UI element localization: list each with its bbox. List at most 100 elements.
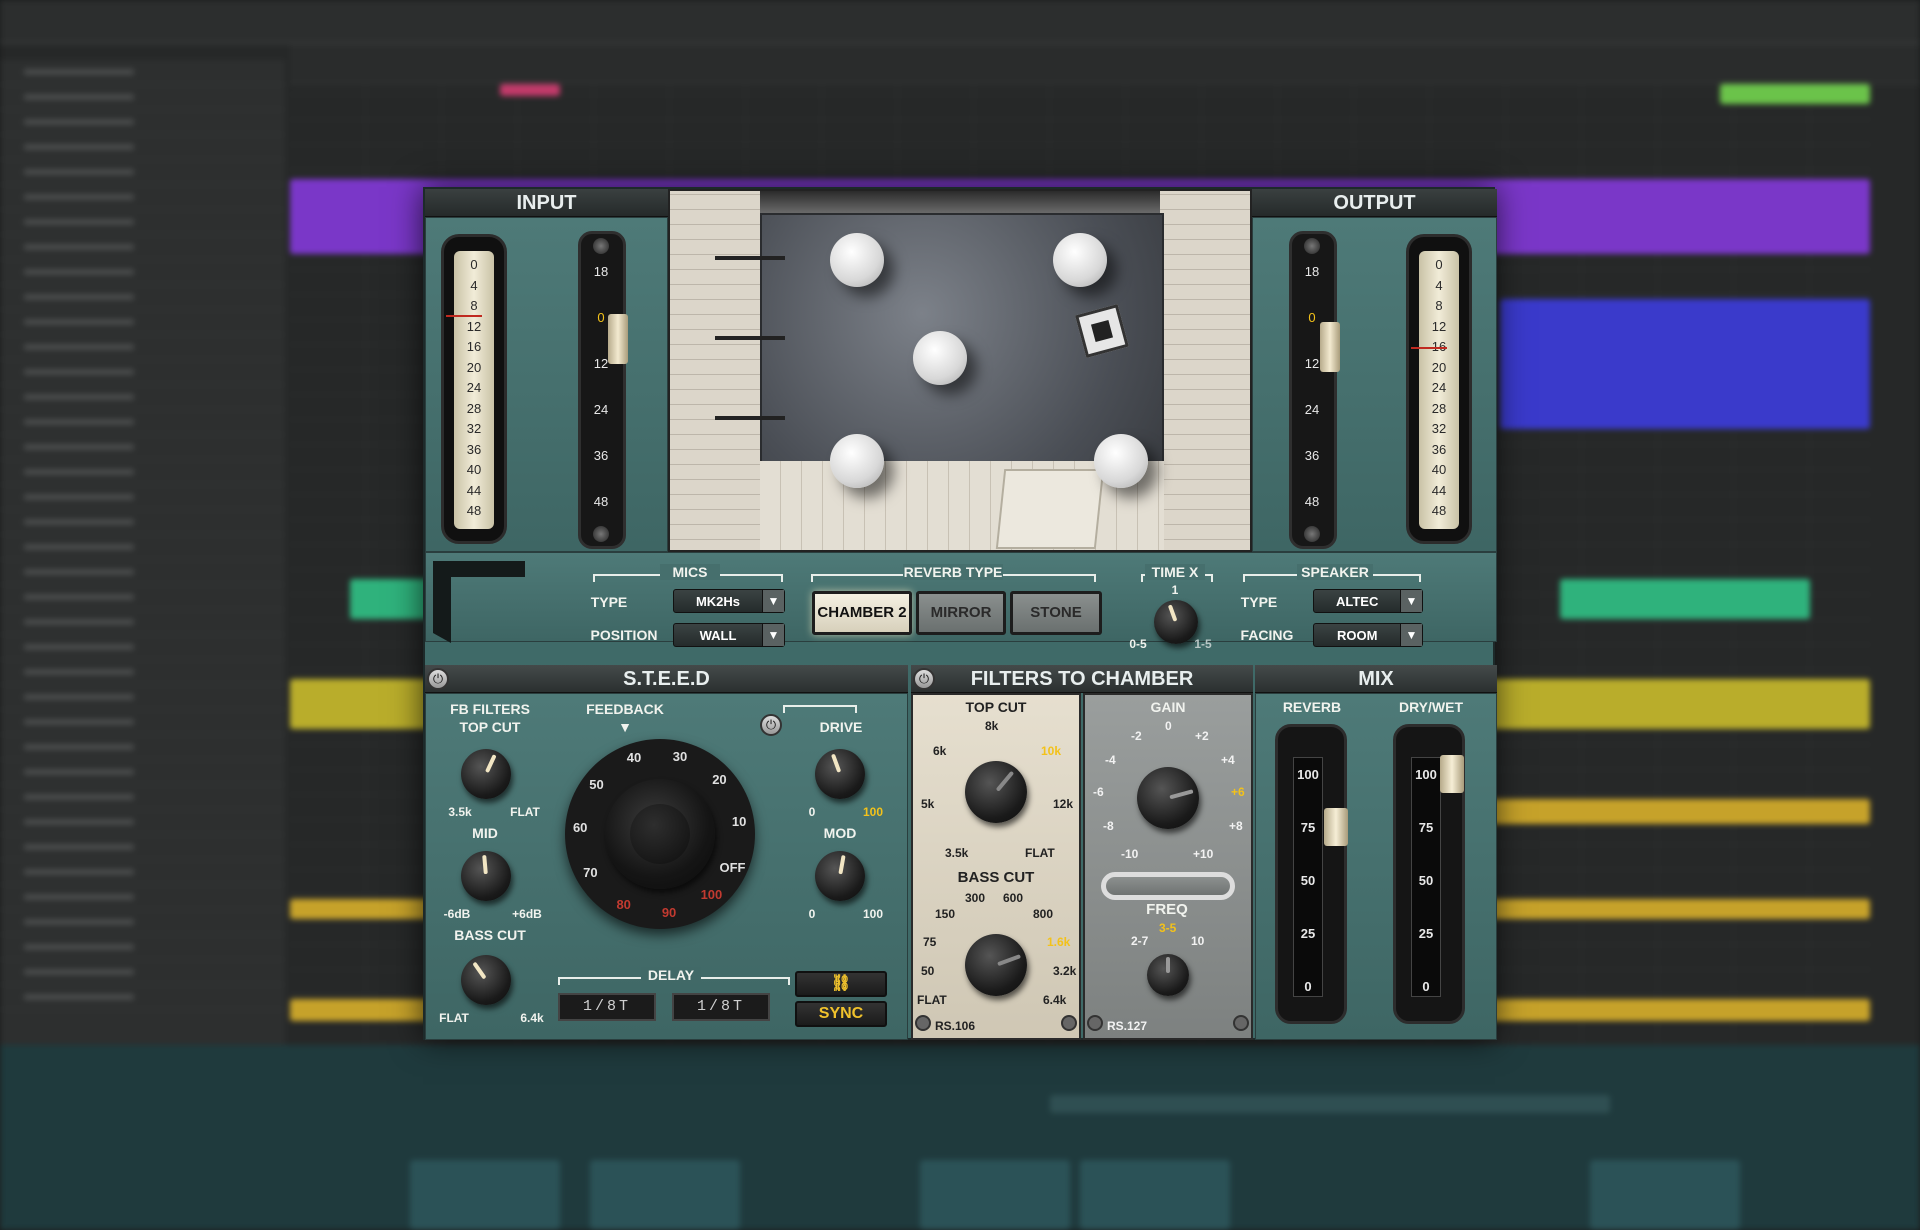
vu-tick-label: 16 xyxy=(466,339,482,354)
bc-50: 50 xyxy=(921,964,935,978)
mics-type-dropdown[interactable]: MK2Hs ▼ xyxy=(673,589,785,613)
gain-minus6: -6 xyxy=(1093,785,1104,799)
drive-knob[interactable] xyxy=(815,749,865,799)
trim-tick-label: 18 xyxy=(1304,264,1320,279)
chevron-down-icon: ▼ xyxy=(1400,624,1422,646)
track-row xyxy=(0,760,285,785)
vu-tick-label: 28 xyxy=(466,400,482,416)
track-row xyxy=(0,60,285,85)
mix-reverb-label: REVERB xyxy=(1282,699,1342,715)
reverb-type-stone-button[interactable]: STONE xyxy=(1010,591,1102,635)
track-row xyxy=(0,810,285,835)
drive-label: DRIVE xyxy=(819,719,863,735)
sync-button[interactable]: SYNC xyxy=(795,1001,887,1027)
drywet-fader[interactable]: 100 75 50 25 0 xyxy=(1393,724,1465,1024)
vu-tick-label: 40 xyxy=(466,462,482,477)
gain-handle-bar xyxy=(1101,872,1235,900)
mix-tick-label: 100 xyxy=(1297,767,1319,782)
mics-type-label: TYPE xyxy=(590,594,628,610)
speaker-facing-dropdown[interactable]: ROOM ▼ xyxy=(1313,623,1423,647)
vu-tick-label: 8 xyxy=(1435,298,1443,313)
track-row xyxy=(0,485,285,510)
feedback-tick-label: 50 xyxy=(589,777,604,793)
mix-tick-label: 50 xyxy=(1418,873,1434,888)
screw-icon xyxy=(1061,1015,1077,1031)
input-trim-handle[interactable] xyxy=(608,314,628,364)
delay-right-display[interactable]: 1/8T xyxy=(672,993,770,1021)
time-x-title: TIME X xyxy=(1145,564,1205,580)
mix-tick-label: 50 xyxy=(1300,873,1316,888)
mic-stand[interactable] xyxy=(715,336,785,340)
delay-left-display[interactable]: 1/8T xyxy=(558,993,656,1021)
vu-tick-label: 44 xyxy=(466,482,482,498)
clip xyxy=(1500,299,1870,429)
reverb-type-mirror-button[interactable]: MIRROR xyxy=(916,591,1006,635)
track-row xyxy=(0,785,285,810)
delay-link-button[interactable]: ⛓ xyxy=(795,971,887,997)
steed-header: S.T.E.E.D xyxy=(425,665,908,693)
reverb-type-chamber2-button[interactable]: CHAMBER 2 xyxy=(812,591,912,635)
mic-stand[interactable] xyxy=(715,416,785,420)
gain-knob[interactable] xyxy=(1137,767,1199,829)
trim-tick-label: 48 xyxy=(1304,494,1320,509)
input-trim-fader[interactable]: 18 0 12 24 36 48 xyxy=(578,231,628,549)
daw-pad xyxy=(1590,1160,1740,1230)
filters-top-cut-knob[interactable] xyxy=(965,761,1027,823)
tc-6k: 6k xyxy=(933,744,947,758)
daw-pad xyxy=(920,1160,1070,1230)
mics-type-value: MK2Hs xyxy=(695,594,741,609)
track-row xyxy=(0,85,285,110)
feedback-arrow-icon: ▼ xyxy=(618,719,632,735)
gain-minus4: -4 xyxy=(1105,753,1116,767)
knob-indicator xyxy=(482,854,488,875)
vu-tick-label: 0 xyxy=(470,257,478,272)
output-trim-fader[interactable]: 18 0 12 24 36 48 xyxy=(1289,231,1340,549)
gain-plus2: +2 xyxy=(1195,729,1209,743)
speaker-type-dropdown[interactable]: ALTEC ▼ xyxy=(1313,589,1423,613)
feedback-tick-label: 30 xyxy=(672,748,688,764)
input-vu-meter: 0 4 8 12 16 20 24 28 32 36 40 44 48 xyxy=(441,234,507,544)
drywet-fader-handle[interactable] xyxy=(1440,755,1464,793)
bc-6-4k: 6.4k xyxy=(1043,993,1067,1007)
chamber-room-view[interactable] xyxy=(668,189,1252,552)
filters-power-button[interactable]: ⏻ xyxy=(913,668,935,690)
chamber-pillar xyxy=(830,233,884,287)
daw-track-list xyxy=(0,60,285,1050)
mics-position-dropdown[interactable]: WALL ▼ xyxy=(673,623,785,647)
input-vu-needle xyxy=(446,315,482,317)
reverb-fader-handle[interactable] xyxy=(1324,808,1348,846)
mod-knob[interactable] xyxy=(815,851,865,901)
filters-model-right: RS.127 xyxy=(1107,1019,1148,1033)
output-trim-handle[interactable] xyxy=(1320,322,1340,372)
track-row xyxy=(0,210,285,235)
knob-indicator xyxy=(997,954,1022,966)
track-row xyxy=(0,435,285,460)
feedback-knob-center xyxy=(630,804,690,864)
track-row xyxy=(0,585,285,610)
vu-tick-label: 20 xyxy=(466,359,482,375)
steed-power-button[interactable]: ⏻ xyxy=(427,668,449,690)
mics-position-label: POSITION xyxy=(590,627,658,643)
track-row xyxy=(0,710,285,735)
knob-indicator xyxy=(1169,789,1194,800)
gain-plus8: +8 xyxy=(1229,819,1243,833)
screw-icon xyxy=(1087,1015,1103,1031)
tc-flat: FLAT xyxy=(1025,846,1055,860)
filters-bass-cut-knob[interactable] xyxy=(965,934,1027,996)
mic-stand[interactable] xyxy=(715,256,785,260)
steed-bass-cut-max: 6.4k xyxy=(520,1011,544,1025)
track-row xyxy=(0,385,285,410)
steed-top-cut-knob[interactable] xyxy=(461,749,511,799)
time-x-right: 1-5 xyxy=(1194,637,1212,651)
freq-knob[interactable] xyxy=(1147,954,1189,996)
chamber-right-wall xyxy=(1160,191,1250,550)
drive-mod-power-button[interactable]: ⏻ xyxy=(760,714,782,736)
track-row xyxy=(0,310,285,335)
vu-tick-label: 12 xyxy=(1431,318,1447,334)
screw-icon xyxy=(915,1015,931,1031)
trim-tick-label: 36 xyxy=(1304,448,1320,463)
steed-mid-knob[interactable] xyxy=(461,851,511,901)
reverb-fader[interactable]: 100 75 50 25 0 xyxy=(1275,724,1348,1024)
reverb-plugin-window: INPUT 0 4 8 12 16 20 24 28 32 36 40 44 48 18 0 12 24 36 4… xyxy=(423,187,1497,1040)
steed-bass-cut-knob[interactable] xyxy=(461,955,511,1005)
